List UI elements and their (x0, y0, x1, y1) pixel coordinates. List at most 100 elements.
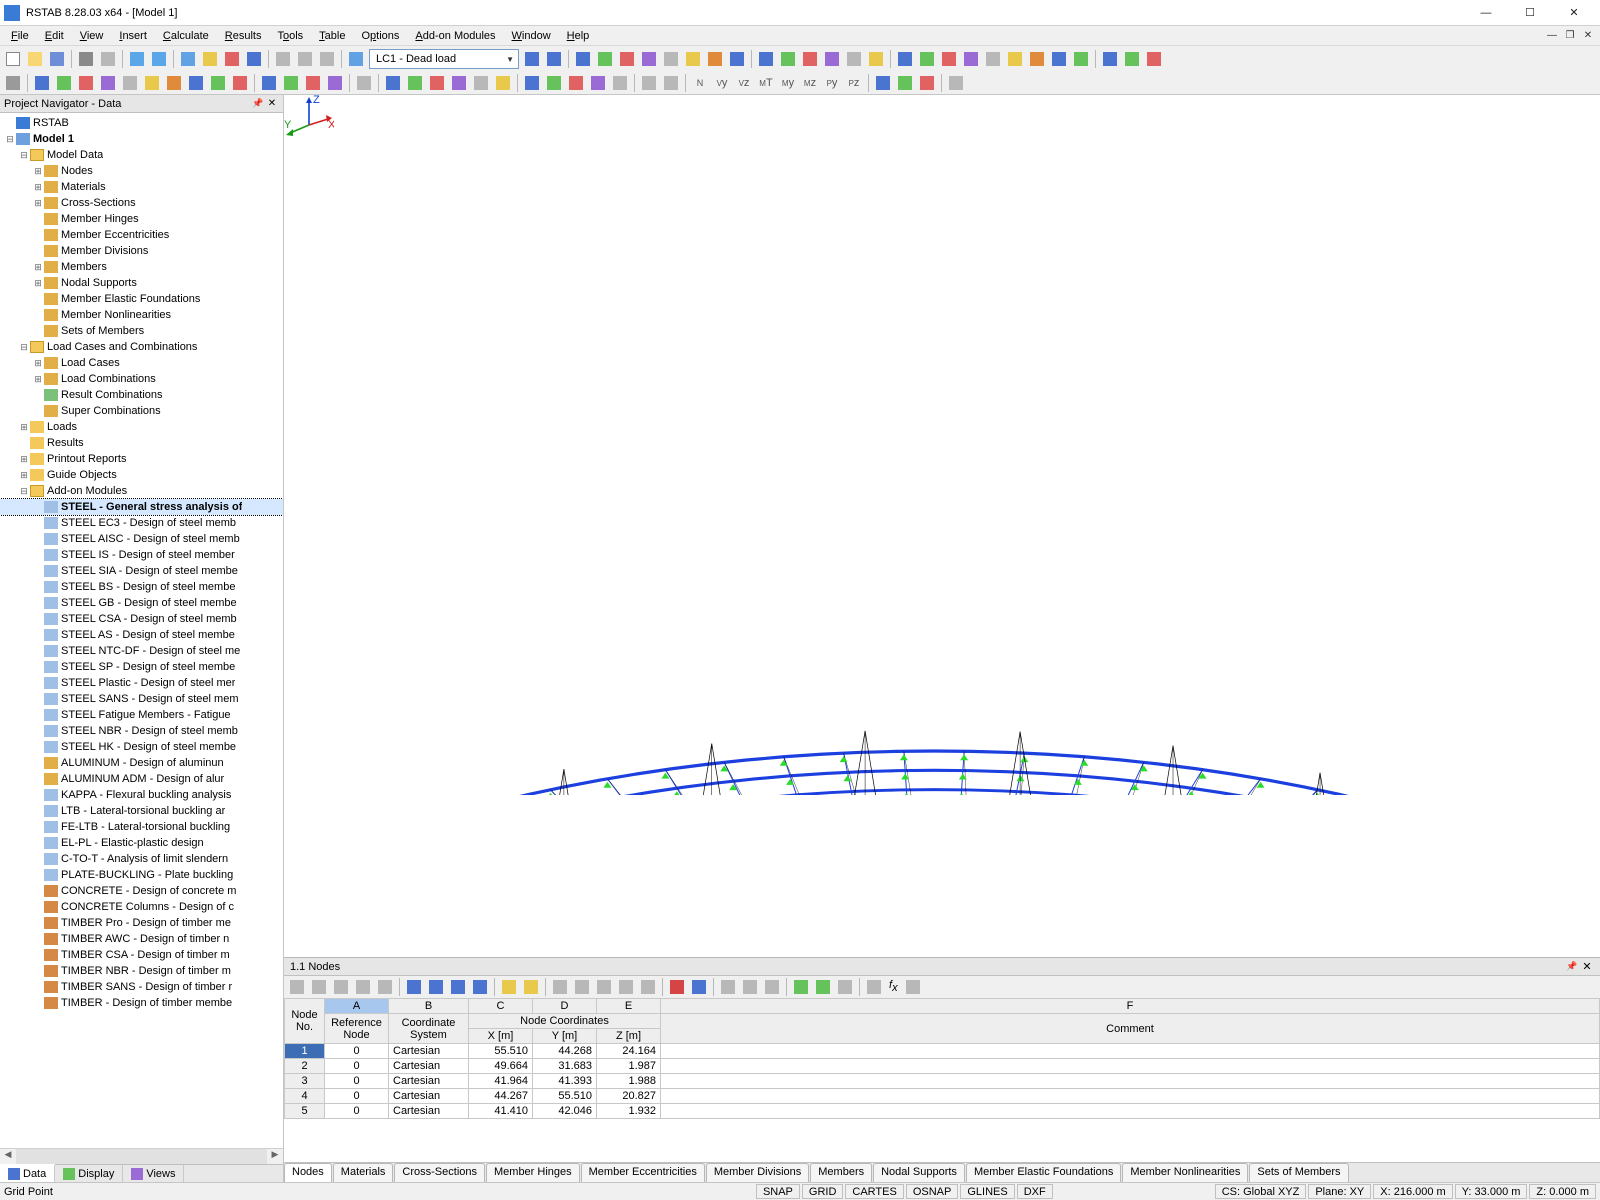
nav-tab-views[interactable]: Views (123, 1165, 184, 1182)
status-toggle[interactable]: CARTES (845, 1184, 903, 1199)
tb-i-0[interactable] (522, 73, 542, 93)
gtb-b1[interactable] (426, 977, 446, 997)
gtb-c1[interactable] (521, 977, 541, 997)
tb-e-4[interactable] (120, 73, 140, 93)
tb-f-2[interactable] (303, 73, 323, 93)
tb-c-6[interactable] (1027, 49, 1047, 69)
menu-help[interactable]: Help (559, 28, 598, 44)
gtb-g2[interactable] (835, 977, 855, 997)
my-label-icon[interactable]: My (778, 73, 798, 93)
tb-c-4[interactable] (983, 49, 1003, 69)
menu-results[interactable]: Results (217, 28, 270, 44)
new-icon[interactable] (3, 49, 23, 69)
tree-item[interactable]: ⊞Cross-Sections (0, 195, 283, 211)
gtb-a4[interactable] (375, 977, 395, 997)
tree-item[interactable]: TIMBER - Design of timber membe (0, 995, 283, 1011)
tree-item[interactable]: ALUMINUM - Design of aluminun (0, 755, 283, 771)
tb-e-3[interactable] (98, 73, 118, 93)
tb-l-1[interactable] (895, 73, 915, 93)
tree-item[interactable]: STEEL SP - Design of steel membe (0, 659, 283, 675)
tb-a-3[interactable] (639, 49, 659, 69)
menu-file[interactable]: File (3, 28, 37, 44)
tb-c-3[interactable] (961, 49, 981, 69)
tree-item[interactable]: ALUMINUM ADM - Design of alur (0, 771, 283, 787)
grid-tab[interactable]: Member Eccentricities (581, 1163, 705, 1182)
save-icon[interactable] (47, 49, 67, 69)
tree-item[interactable]: STEEL Fatigue Members - Fatigue (0, 707, 283, 723)
tree-item[interactable]: Member Divisions (0, 243, 283, 259)
nav-tab-data[interactable]: Data (0, 1164, 55, 1182)
menu-edit[interactable]: Edit (37, 28, 72, 44)
tree-item[interactable]: STEEL SANS - Design of steel mem (0, 691, 283, 707)
tb-e-9[interactable] (230, 73, 250, 93)
gtb-f0[interactable] (718, 977, 738, 997)
tb-e-5[interactable] (142, 73, 162, 93)
tb-h-2[interactable] (427, 73, 447, 93)
gtb-d3[interactable] (616, 977, 636, 997)
tree-item[interactable]: STEEL NTC-DF - Design of steel me (0, 643, 283, 659)
grid-tab[interactable]: Materials (333, 1163, 394, 1182)
tree-item[interactable]: C-TO-T - Analysis of limit slendern (0, 851, 283, 867)
tb-c-5[interactable] (1005, 49, 1025, 69)
tree-item[interactable]: Member Nonlinearities (0, 307, 283, 323)
grid-tab[interactable]: Member Elastic Foundations (966, 1163, 1121, 1182)
tb-d-2[interactable] (1144, 49, 1164, 69)
tree-item[interactable]: RSTAB (0, 115, 283, 131)
gtb-c0[interactable] (499, 977, 519, 997)
tree-item[interactable]: ⊞Printout Reports (0, 451, 283, 467)
open-icon[interactable] (25, 49, 45, 69)
tree-item[interactable]: TIMBER NBR - Design of timber m (0, 963, 283, 979)
grid-tab[interactable]: Sets of Members (1249, 1163, 1348, 1182)
tree-item[interactable]: Member Elastic Foundations (0, 291, 283, 307)
tree-item[interactable]: TIMBER AWC - Design of timber n (0, 931, 283, 947)
tb-e-7[interactable] (186, 73, 206, 93)
mz-label-icon[interactable]: Mz (800, 73, 820, 93)
undo-icon[interactable] (127, 49, 147, 69)
gtb-h1[interactable] (903, 977, 923, 997)
status-toggle[interactable]: SNAP (756, 1184, 800, 1199)
n-label-icon[interactable]: N (690, 73, 710, 93)
menu-calculate[interactable]: Calculate (155, 28, 217, 44)
next-lc-icon[interactable] (544, 49, 564, 69)
grid-tab[interactable]: Members (810, 1163, 872, 1182)
tb-a-0[interactable] (573, 49, 593, 69)
tb-f-0[interactable] (259, 73, 279, 93)
tb-a-7[interactable] (727, 49, 747, 69)
tb-i-2[interactable] (566, 73, 586, 93)
tree-item[interactable]: TIMBER Pro - Design of timber me (0, 915, 283, 931)
tree-item[interactable]: STEEL HK - Design of steel membe (0, 739, 283, 755)
tb-i-1[interactable] (544, 73, 564, 93)
tree-item[interactable]: ⊟Model 1 (0, 131, 283, 147)
tb-j[interactable] (639, 73, 659, 93)
tree-item[interactable]: ⊞Nodes (0, 163, 283, 179)
table-close-icon[interactable]: ✕ (1580, 960, 1594, 973)
tree-item[interactable]: ⊟Load Cases and Combinations (0, 339, 283, 355)
mdi-close-icon[interactable]: ✕ (1579, 28, 1597, 44)
tb-d-0[interactable] (1100, 49, 1120, 69)
table-row[interactable]: 5 0 Cartesian 41.41042.0461.932 (285, 1104, 1600, 1119)
minimize-button[interactable]: — (1464, 0, 1508, 26)
tree-item[interactable]: STEEL EC3 - Design of steel memb (0, 515, 283, 531)
tb-c-1[interactable] (917, 49, 937, 69)
tb-c-0[interactable] (895, 49, 915, 69)
gtb-e1[interactable] (689, 977, 709, 997)
menu-addon[interactable]: Add-on Modules (407, 28, 503, 44)
tree-item[interactable]: PLATE-BUCKLING - Plate buckling (0, 867, 283, 883)
tb-b-2[interactable] (800, 49, 820, 69)
tree-item[interactable]: STEEL CSA - Design of steel memb (0, 611, 283, 627)
tb-h-5[interactable] (493, 73, 513, 93)
gtb-b3[interactable] (470, 977, 490, 997)
tree-item[interactable]: ⊟Model Data (0, 147, 283, 163)
grid-tab[interactable]: Nodes (284, 1163, 332, 1182)
gtb-b0[interactable] (404, 977, 424, 997)
tree-item[interactable]: ⊞Guide Objects (0, 467, 283, 483)
tree-item[interactable]: STEEL GB - Design of steel membe (0, 595, 283, 611)
tb-a-4[interactable] (661, 49, 681, 69)
py-label-icon[interactable]: Py (822, 73, 842, 93)
status-toggle[interactable]: DXF (1017, 1184, 1053, 1199)
tb-f-3[interactable] (325, 73, 345, 93)
redo-icon[interactable] (149, 49, 169, 69)
tree-item[interactable]: STEEL AISC - Design of steel memb (0, 531, 283, 547)
tb-i-3[interactable] (588, 73, 608, 93)
tb-a-2[interactable] (617, 49, 637, 69)
